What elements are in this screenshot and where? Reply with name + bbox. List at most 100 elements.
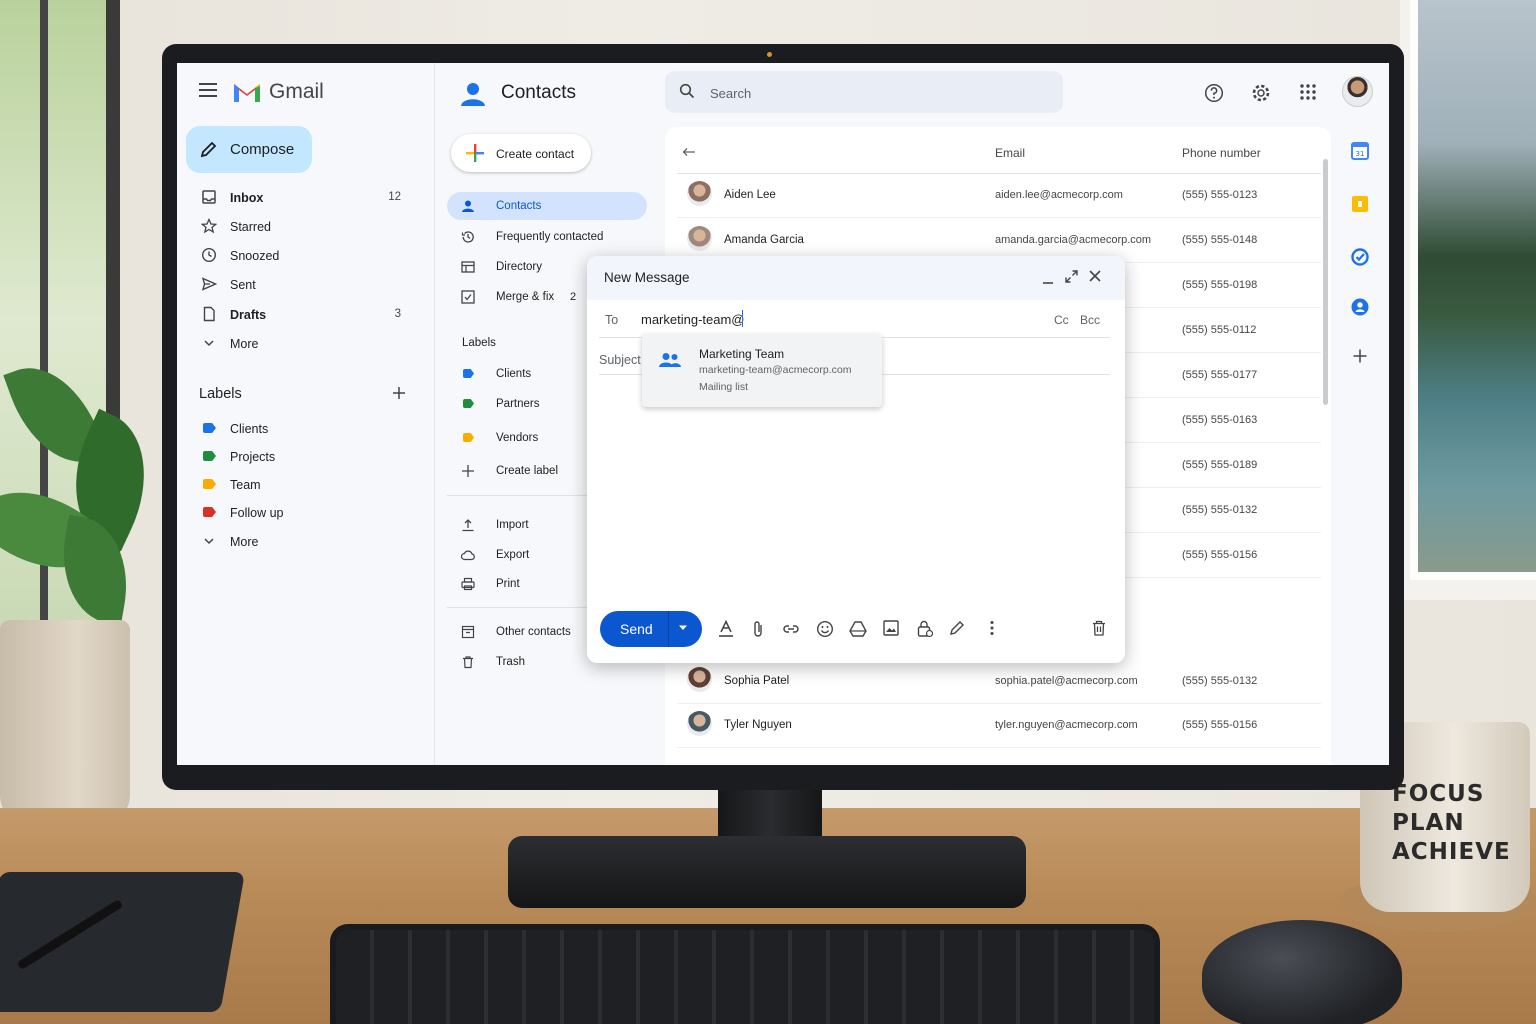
label-tag-icon (463, 369, 474, 378)
label-tag-icon (463, 433, 474, 442)
column-header-phone[interactable]: Phone number (1182, 146, 1261, 160)
ct-labels-heading: Labels (462, 337, 496, 349)
gmail-logo-icon[interactable] (232, 80, 262, 104)
contacts-logo-icon[interactable] (460, 81, 486, 107)
compose-label: Compose (230, 141, 295, 158)
ct-extra-label: Trash (496, 656, 525, 668)
ct-tool-label: Export (496, 549, 530, 561)
contacts-app-icon[interactable] (1351, 298, 1369, 316)
label-tag-icon (203, 507, 216, 517)
nav-sent[interactable]: Sent (197, 273, 417, 297)
contact-name: Amanda Garcia (724, 234, 804, 246)
minimize-icon[interactable] (1042, 273, 1054, 285)
menu-icon[interactable] (199, 83, 217, 97)
plus-icon (461, 464, 475, 478)
ct-nav-contacts[interactable]: Contacts (447, 192, 647, 220)
contact-avatar[interactable] (687, 667, 712, 692)
subject-input[interactable]: Subject (599, 353, 641, 367)
history-icon (461, 230, 475, 244)
tasks-icon[interactable] (1351, 248, 1369, 266)
ct-label-name: Vendors (496, 432, 539, 444)
table-row[interactable]: Sophia Patel sophia.patel@acmecorp.com (55… (677, 659, 1321, 704)
label-team[interactable]: Team (197, 473, 417, 497)
directory-icon (461, 260, 475, 274)
emoji-icon[interactable] (816, 620, 834, 638)
to-input[interactable]: marketing-team@ (641, 312, 745, 327)
column-header-email[interactable]: Email (995, 146, 1025, 160)
close-icon[interactable] (1089, 270, 1101, 282)
keyboard (330, 924, 1160, 1024)
help-icon[interactable] (1204, 83, 1224, 103)
back-arrow-icon[interactable] (682, 147, 696, 157)
calendar-icon[interactable]: 31 (1351, 142, 1369, 160)
compose-button[interactable]: Compose (186, 126, 312, 173)
labels-more[interactable]: More (197, 530, 417, 554)
labels-heading: Labels (199, 386, 242, 402)
table-row[interactable]: Tyler Nguyen tyler.nguyen@acmecorp.com (55… (677, 703, 1321, 748)
label-name: Projects (230, 450, 276, 464)
apps-grid-icon[interactable] (1299, 83, 1317, 101)
scrollbar[interactable] (1323, 159, 1328, 405)
keep-icon[interactable] (1351, 195, 1369, 213)
ct-nav-frequent[interactable]: Frequently contacted (447, 223, 647, 251)
confidential-lock-icon[interactable] (917, 620, 933, 638)
ct-extra-label: Other contacts (496, 626, 571, 638)
table-row[interactable]: Aiden Lee aiden.lee@acmecorp.com (555) 555… (677, 173, 1321, 218)
label-clients[interactable]: Clients (197, 417, 417, 441)
add-label-icon[interactable] (391, 385, 407, 401)
nav-inbox[interactable]: Inbox 12 (197, 186, 417, 210)
image-icon[interactable] (883, 620, 899, 636)
contact-phone: (555) 555-0132 (1182, 504, 1258, 516)
app-title: Gmail (269, 80, 324, 103)
label-projects[interactable]: Projects (197, 445, 417, 469)
search-bar[interactable]: Search (665, 71, 1063, 113)
label-follow-up[interactable]: Follow up (197, 501, 417, 525)
contact-avatar[interactable] (687, 181, 712, 206)
divider (447, 495, 587, 496)
star-icon (201, 218, 217, 234)
contact-phone: (555) 555-0132 (1182, 675, 1258, 687)
nav-label: More (230, 535, 259, 549)
link-icon[interactable] (782, 620, 800, 638)
nav-more[interactable]: More (197, 332, 417, 356)
contact-phone: (555) 555-0177 (1182, 369, 1258, 381)
mug-text-line: FOCUS (1392, 781, 1485, 807)
more-options-icon[interactable] (990, 620, 994, 636)
label-tag-icon (203, 451, 216, 461)
computer-mouse (1202, 920, 1402, 1024)
label-tag-icon (203, 423, 216, 433)
search-icon (679, 83, 695, 99)
pencil-icon (200, 140, 218, 158)
nav-label: Snoozed (230, 249, 280, 263)
nav-starred[interactable]: Starred (197, 215, 417, 239)
contact-phone: (555) 555-0189 (1182, 459, 1258, 471)
contact-avatar[interactable] (687, 226, 712, 251)
chevron-down-icon[interactable] (678, 624, 688, 632)
recipient-suggestion[interactable]: Marketing Team marketing-team@acmecorp.c… (642, 334, 882, 407)
create-contact-button[interactable]: Create contact (451, 134, 591, 172)
drive-icon[interactable] (849, 620, 867, 638)
suggestion-email: marketing-team@acmecorp.com (699, 364, 852, 376)
cc-link[interactable]: Cc (1054, 313, 1069, 327)
nav-label: More (230, 337, 259, 351)
contact-avatar[interactable] (687, 711, 712, 736)
screen: Gmail Compose Inbox 12 Starred Snoozed S… (177, 63, 1389, 765)
attach-icon[interactable] (752, 620, 764, 638)
gear-icon[interactable] (1251, 83, 1271, 103)
add-app-icon[interactable] (1352, 348, 1368, 364)
contact-phone: (555) 555-0156 (1182, 719, 1258, 731)
nav-drafts[interactable]: Drafts 3 (197, 303, 417, 327)
expand-icon[interactable] (1065, 270, 1078, 283)
discard-trash-icon[interactable] (1092, 620, 1106, 636)
ct-nav-count: 2 (570, 291, 577, 303)
contact-name: Sophia Patel (724, 675, 790, 687)
ct-nav-label: Merge & fix (496, 291, 555, 303)
nav-label: Drafts (230, 308, 267, 322)
nav-snoozed[interactable]: Snoozed (197, 244, 417, 268)
bcc-link[interactable]: Bcc (1080, 313, 1100, 327)
account-avatar[interactable] (1342, 76, 1373, 107)
ct-nav-label: Frequently contacted (496, 231, 604, 243)
send-button[interactable]: Send (600, 611, 702, 647)
text-format-icon[interactable] (718, 620, 734, 638)
signature-pen-icon[interactable] (949, 620, 965, 636)
